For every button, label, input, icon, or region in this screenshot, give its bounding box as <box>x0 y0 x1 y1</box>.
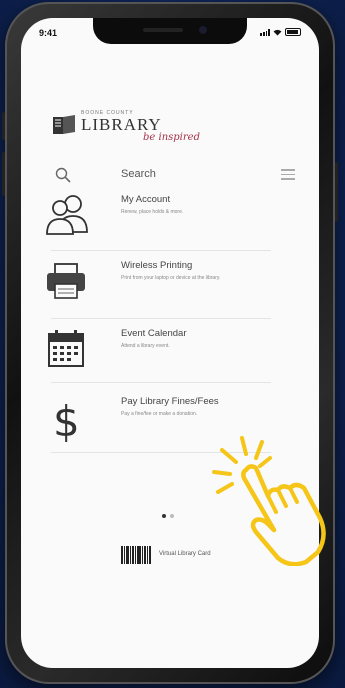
menu-item-title: Pay Library Fines/Fees <box>121 396 219 407</box>
hamburger-menu-icon[interactable] <box>281 169 295 181</box>
side-button-left <box>2 112 5 140</box>
virtual-card-label: Virtual Library Card <box>159 551 211 557</box>
phone-frame: 9:41 BOONE COUNTY LIBRARY be inspired Se… <box>2 2 338 684</box>
barcode-icon <box>121 546 152 564</box>
search-label[interactable]: Search <box>121 168 156 180</box>
side-button-right <box>335 162 338 222</box>
divider <box>51 382 271 383</box>
menu-item-subtitle: Attend a library event. <box>121 343 170 349</box>
notch <box>93 18 247 44</box>
menu-item-title: Wireless Printing <box>121 260 193 271</box>
page-dot-active[interactable] <box>162 514 166 518</box>
library-book-icon <box>53 115 75 134</box>
divider <box>51 250 271 251</box>
menu-item-event-calendar[interactable]: Event Calendar Attend a library event. <box>43 326 293 382</box>
svg-text:$: $ <box>53 397 80 444</box>
menu-item-subtitle: Renew, place holds & more. <box>121 209 184 215</box>
camera <box>199 26 207 34</box>
menu-item-title: My Account <box>121 194 171 205</box>
phone-screen: 9:41 BOONE COUNTY LIBRARY be inspired Se… <box>21 18 319 668</box>
battery-icon <box>285 28 301 36</box>
search-bar[interactable]: Search <box>49 166 299 184</box>
menu-item-subtitle: Pay a fine/fee or make a donation. <box>121 411 198 417</box>
menu-item-wireless-printing[interactable]: Wireless Printing Print from your laptop… <box>43 258 293 314</box>
page-dot[interactable] <box>170 514 174 518</box>
side-button-left-2 <box>2 152 5 196</box>
people-icon <box>46 195 88 235</box>
status-icons <box>260 28 301 36</box>
library-logo: BOONE COUNTY LIBRARY be inspired <box>51 110 221 150</box>
printer-icon <box>47 263 85 299</box>
menu-item-title: Event Calendar <box>121 328 187 339</box>
speaker <box>143 28 183 32</box>
page-indicator[interactable] <box>162 514 174 518</box>
logo-tagline: be inspired <box>143 132 200 143</box>
calendar-icon <box>48 330 84 367</box>
dollar-icon: $ <box>53 397 80 444</box>
wifi-icon <box>273 29 282 36</box>
menu-item-subtitle: Print from your laptop or device at the … <box>121 275 221 281</box>
signal-icon <box>260 28 270 36</box>
pointing-hand-icon <box>212 436 326 566</box>
menu-item-my-account[interactable]: My Account Renew, place holds & more. <box>43 192 293 248</box>
divider <box>51 318 271 319</box>
search-icon[interactable] <box>55 167 71 183</box>
status-time: 9:41 <box>39 28 58 38</box>
